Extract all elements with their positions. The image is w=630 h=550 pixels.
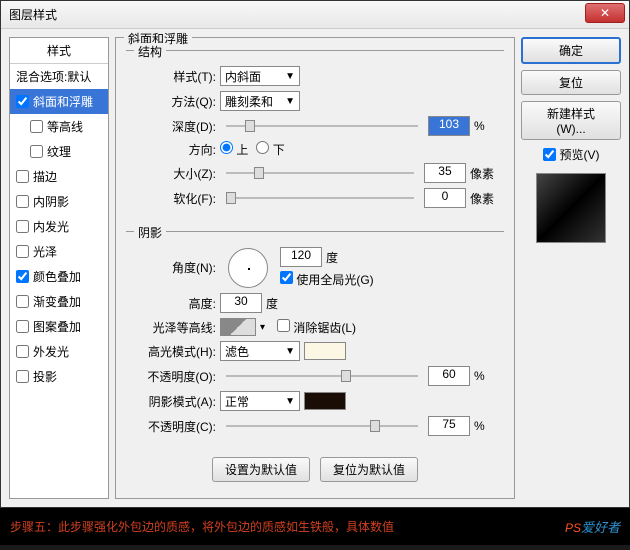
- preview-thumbnail: [536, 173, 606, 243]
- sidebar-item-texture[interactable]: 纹理: [10, 139, 108, 164]
- highlight-mode-label: 高光模式(H):: [136, 343, 216, 360]
- highlight-color-swatch[interactable]: [304, 342, 346, 360]
- sidebar-item-drop-shadow[interactable]: 投影: [10, 364, 108, 389]
- style-select[interactable]: 内斜面▼: [220, 66, 300, 86]
- highlight-opacity-input[interactable]: 60: [428, 366, 470, 386]
- preview-checkbox[interactable]: 预览(V): [521, 146, 621, 163]
- pattern-overlay-checkbox[interactable]: [16, 320, 29, 333]
- sidebar-header: 样式: [10, 38, 108, 64]
- direction-up-radio[interactable]: 上: [220, 141, 248, 158]
- shadow-mode-select[interactable]: 正常▼: [220, 391, 300, 411]
- angle-unit: 度: [326, 249, 346, 266]
- angle-wheel[interactable]: [228, 248, 268, 288]
- depth-unit: %: [474, 119, 494, 133]
- footer-text: 步骤五：此步骤强化外包边的质感，将外包边的质感如生铁般，具体数值: [10, 518, 394, 535]
- altitude-input[interactable]: 30: [220, 293, 262, 313]
- gloss-contour-label: 光泽等高线:: [136, 319, 216, 336]
- angle-label: 角度(N):: [136, 259, 216, 276]
- outer-glow-checkbox[interactable]: [16, 345, 29, 358]
- sidebar-blending-options[interactable]: 混合选项:默认: [10, 64, 108, 89]
- highlight-opacity-slider[interactable]: [226, 366, 418, 386]
- size-unit: 像素: [470, 165, 494, 182]
- shading-title: 阴影: [134, 224, 166, 241]
- opacity-unit2: %: [474, 419, 494, 433]
- direction-label: 方向:: [136, 141, 216, 158]
- chevron-down-icon: ▼: [285, 71, 295, 82]
- watermark-logo: PS爱好者: [565, 516, 620, 537]
- right-column: 确定 复位 新建样式(W)... 预览(V): [521, 37, 621, 499]
- stroke-checkbox[interactable]: [16, 170, 29, 183]
- new-style-button[interactable]: 新建样式(W)...: [521, 101, 621, 140]
- sidebar-item-inner-shadow[interactable]: 内阴影: [10, 189, 108, 214]
- soften-input[interactable]: 0: [424, 188, 466, 208]
- soften-unit: 像素: [470, 190, 494, 207]
- shadow-color-swatch[interactable]: [304, 392, 346, 410]
- style-label: 样式(T):: [136, 68, 216, 85]
- shadow-opacity-label: 不透明度(C):: [136, 418, 216, 435]
- soften-label: 软化(F):: [136, 190, 216, 207]
- cancel-button[interactable]: 复位: [521, 70, 621, 95]
- close-button[interactable]: ✕: [585, 3, 625, 23]
- styles-sidebar: 样式 混合选项:默认 斜面和浮雕 等高线 纹理 描边 内阴影 内发光 光泽 颜色…: [9, 37, 109, 499]
- sidebar-item-contour[interactable]: 等高线: [10, 114, 108, 139]
- highlight-opacity-label: 不透明度(O):: [136, 368, 216, 385]
- texture-checkbox[interactable]: [30, 145, 43, 158]
- depth-slider[interactable]: [226, 116, 418, 136]
- sidebar-item-bevel[interactable]: 斜面和浮雕: [10, 89, 108, 114]
- bevel-group: 斜面和浮雕 结构 样式(T): 内斜面▼ 方法(Q): 雕刻柔和▼ 深度(D):: [115, 37, 515, 499]
- gradient-overlay-checkbox[interactable]: [16, 295, 29, 308]
- bevel-checkbox[interactable]: [16, 95, 29, 108]
- soften-slider[interactable]: [226, 188, 414, 208]
- structure-group: 结构 样式(T): 内斜面▼ 方法(Q): 雕刻柔和▼ 深度(D): 103 %: [126, 50, 504, 223]
- highlight-mode-select[interactable]: 滤色▼: [220, 341, 300, 361]
- sidebar-item-color-overlay[interactable]: 颜色叠加: [10, 264, 108, 289]
- window-title: 图层样式: [9, 6, 621, 23]
- sidebar-item-inner-glow[interactable]: 内发光: [10, 214, 108, 239]
- size-slider[interactable]: [226, 163, 414, 183]
- shadow-opacity-input[interactable]: 75: [428, 416, 470, 436]
- size-label: 大小(Z):: [136, 165, 216, 182]
- chevron-down-icon[interactable]: ▾: [260, 322, 265, 333]
- opacity-unit: %: [474, 369, 494, 383]
- technique-select[interactable]: 雕刻柔和▼: [220, 91, 300, 111]
- chevron-down-icon: ▼: [285, 396, 295, 407]
- shadow-opacity-slider[interactable]: [226, 416, 418, 436]
- contour-checkbox[interactable]: [30, 120, 43, 133]
- footer: 步骤五：此步骤强化外包边的质感，将外包边的质感如生铁般，具体数值 PS爱好者: [0, 508, 630, 545]
- color-overlay-checkbox[interactable]: [16, 270, 29, 283]
- depth-input[interactable]: 103: [428, 116, 470, 136]
- sidebar-item-satin[interactable]: 光泽: [10, 239, 108, 264]
- depth-label: 深度(D):: [136, 118, 216, 135]
- chevron-down-icon: ▼: [285, 346, 295, 357]
- altitude-unit: 度: [266, 295, 286, 312]
- inner-shadow-checkbox[interactable]: [16, 195, 29, 208]
- ok-button[interactable]: 确定: [521, 37, 621, 64]
- titlebar[interactable]: 图层样式 ✕: [1, 1, 629, 29]
- size-input[interactable]: 35: [424, 163, 466, 183]
- drop-shadow-checkbox[interactable]: [16, 370, 29, 383]
- shadow-mode-label: 阴影模式(A):: [136, 393, 216, 410]
- inner-glow-checkbox[interactable]: [16, 220, 29, 233]
- shading-group: 阴影 角度(N): 120 度 使用全局光(G) 高度: [126, 231, 504, 451]
- angle-input[interactable]: 120: [280, 247, 322, 267]
- antialias-checkbox[interactable]: 消除锯齿(L): [277, 319, 356, 336]
- sidebar-item-pattern-overlay[interactable]: 图案叠加: [10, 314, 108, 339]
- sidebar-item-stroke[interactable]: 描边: [10, 164, 108, 189]
- gloss-contour-swatch[interactable]: [220, 318, 256, 336]
- sidebar-item-gradient-overlay[interactable]: 渐变叠加: [10, 289, 108, 314]
- make-default-button[interactable]: 设置为默认值: [212, 457, 310, 482]
- technique-label: 方法(Q):: [136, 93, 216, 110]
- sidebar-item-outer-glow[interactable]: 外发光: [10, 339, 108, 364]
- satin-checkbox[interactable]: [16, 245, 29, 258]
- chevron-down-icon: ▼: [285, 96, 295, 107]
- global-light-checkbox[interactable]: 使用全局光(G): [280, 271, 374, 288]
- direction-down-radio[interactable]: 下: [256, 141, 284, 158]
- main-panel: 斜面和浮雕 结构 样式(T): 内斜面▼ 方法(Q): 雕刻柔和▼ 深度(D):: [115, 37, 515, 499]
- altitude-label: 高度:: [136, 295, 216, 312]
- layer-style-dialog: 图层样式 ✕ 样式 混合选项:默认 斜面和浮雕 等高线 纹理 描边 内阴影 内发…: [0, 0, 630, 508]
- reset-default-button[interactable]: 复位为默认值: [320, 457, 418, 482]
- structure-title: 结构: [134, 43, 166, 60]
